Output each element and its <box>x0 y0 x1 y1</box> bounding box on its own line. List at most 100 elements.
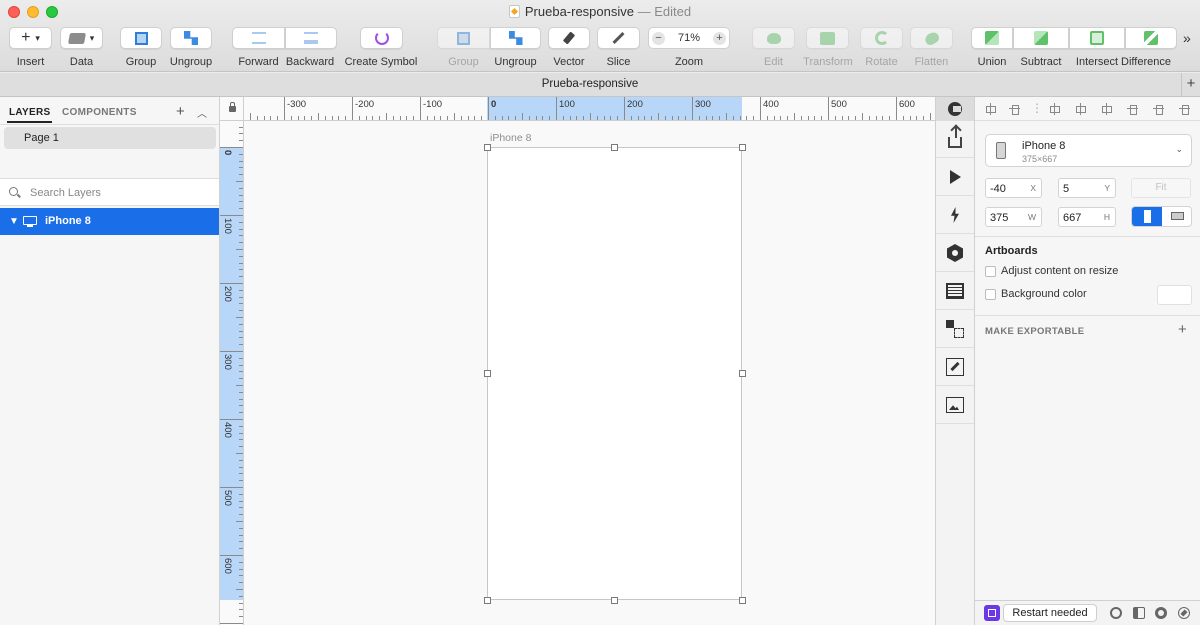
adjust-content-checkbox[interactable] <box>985 266 996 277</box>
horizontal-ruler[interactable]: -300 -200 -100 0 100 200 300 400 500 600 <box>220 97 935 121</box>
x-input[interactable] <box>990 181 1030 196</box>
resize-handle-bottom-right[interactable] <box>739 597 746 604</box>
add-export-button[interactable]: + <box>1178 321 1187 338</box>
rotate-button[interactable] <box>860 27 903 49</box>
tab-components[interactable]: COMPONENTS <box>62 107 137 118</box>
artboard[interactable] <box>487 147 742 600</box>
new-tab-button[interactable]: + <box>1181 73 1200 96</box>
ruler-label: 0 <box>222 150 233 156</box>
distribute-horizontal-icon[interactable] <box>985 103 996 115</box>
fit-button[interactable]: Fit <box>1131 178 1191 198</box>
layout-button[interactable] <box>936 273 974 310</box>
sketch-document-icon <box>508 5 520 18</box>
panel-layout-icon[interactable] <box>1133 607 1145 619</box>
group-label: Group <box>125 56 157 68</box>
disclosure-triangle-icon[interactable]: ▼ <box>9 208 19 235</box>
resize-handle-right[interactable] <box>739 370 746 377</box>
export-button[interactable] <box>936 121 974 158</box>
ruler-lock-button[interactable] <box>220 97 244 121</box>
plugin-icon[interactable] <box>984 605 1000 621</box>
tab-layers[interactable]: LAYERS <box>6 107 53 123</box>
resize-handle-top[interactable] <box>611 144 618 151</box>
vertical-ruler[interactable]: 0100200300400500600700 <box>220 121 244 625</box>
data-button[interactable]: ▾ <box>60 27 103 49</box>
group-button[interactable] <box>120 27 162 49</box>
ruler-tick <box>239 364 243 366</box>
union-button[interactable] <box>971 27 1013 49</box>
landscape-orientation-button[interactable] <box>1163 207 1191 226</box>
align-middle-icon[interactable] <box>1153 103 1164 115</box>
resize-handle-left[interactable] <box>484 370 491 377</box>
mirror-icon[interactable] <box>1110 607 1122 619</box>
edit-button[interactable] <box>752 27 795 49</box>
backward-button[interactable] <box>285 27 337 49</box>
search-layers-input[interactable] <box>30 184 210 202</box>
component-button[interactable] <box>936 235 974 272</box>
resize-handle-top-right[interactable] <box>739 144 746 151</box>
collapse-pages-button[interactable]: ︿ <box>197 105 207 120</box>
difference-button[interactable] <box>1125 27 1177 49</box>
forward-button[interactable] <box>232 27 285 49</box>
portrait-orientation-button[interactable] <box>1132 207 1162 226</box>
ruler-tick <box>239 473 243 475</box>
ruler-tick <box>372 116 374 120</box>
ruler-tick <box>239 466 243 468</box>
y-input[interactable] <box>1063 181 1103 196</box>
height-input[interactable] <box>1063 210 1103 225</box>
align-top-icon[interactable] <box>1127 103 1138 115</box>
inspector-tab[interactable] <box>936 97 974 121</box>
ruler-tick <box>658 113 659 120</box>
navigation-icon[interactable] <box>1178 607 1190 619</box>
align-left-icon[interactable] <box>1049 103 1060 115</box>
ungroup-icon <box>508 31 523 45</box>
ruler-tick <box>239 480 243 482</box>
width-input[interactable] <box>990 210 1030 225</box>
ruler-tick <box>875 116 877 120</box>
symbol-button[interactable] <box>936 311 974 348</box>
align-center-horizontal-icon[interactable] <box>1075 103 1086 115</box>
make-exportable-title[interactable]: MAKE EXPORTABLE <box>985 326 1084 337</box>
ungroup-button-2[interactable] <box>490 27 541 49</box>
intersect-button[interactable] <box>1069 27 1125 49</box>
zoom-in-button[interactable]: + <box>713 31 726 45</box>
zoom-out-button[interactable]: − <box>652 31 665 45</box>
document-tab[interactable]: Prueba-responsive <box>0 78 1180 90</box>
create-symbol-button[interactable] <box>360 27 403 49</box>
preview-button[interactable] <box>936 159 974 196</box>
align-bottom-icon[interactable] <box>1179 103 1190 115</box>
page-list-item[interactable]: Page 1 <box>4 127 216 149</box>
group-icon <box>457 31 470 45</box>
add-page-button[interactable]: + <box>176 103 185 120</box>
chevron-down-icon: ▾ <box>89 32 95 43</box>
ruler-tick <box>239 303 243 305</box>
data-stack-icon <box>67 32 86 44</box>
ruler-tick <box>338 116 340 120</box>
flatten-button[interactable] <box>910 27 953 49</box>
settings-gear-icon[interactable] <box>1155 607 1167 619</box>
vector-edit-button[interactable] <box>936 349 974 386</box>
insert-button[interactable]: + ▾ <box>9 27 52 49</box>
ruler-tick <box>916 116 918 120</box>
add-image-button[interactable] <box>936 387 974 424</box>
transform-button[interactable] <box>806 27 849 49</box>
layer-list-item[interactable]: ▼ iPhone 8 <box>0 208 219 235</box>
ungroup-button[interactable] <box>170 27 212 49</box>
distribute-vertical-icon[interactable] <box>1009 103 1020 115</box>
align-right-icon[interactable] <box>1101 103 1112 115</box>
resize-handle-top-left[interactable] <box>484 144 491 151</box>
resize-handle-bottom[interactable] <box>611 597 618 604</box>
group-button-2[interactable] <box>437 27 490 49</box>
ruler-tick <box>834 116 836 120</box>
document-tab-bar: Prueba-responsive + <box>0 73 1200 97</box>
subtract-button[interactable] <box>1013 27 1069 49</box>
background-color-well[interactable] <box>1157 285 1192 305</box>
device-preset-select[interactable]: iPhone 8 375×667 ⌄ <box>985 134 1192 167</box>
artboard-title[interactable]: iPhone 8 <box>490 132 531 144</box>
resize-handle-bottom-left[interactable] <box>484 597 491 604</box>
toolbar-overflow-button[interactable]: » <box>1183 30 1191 46</box>
vector-button[interactable] <box>548 27 590 49</box>
background-color-checkbox[interactable] <box>985 289 996 300</box>
prototype-button[interactable] <box>936 197 974 234</box>
restart-needed-button[interactable]: Restart needed <box>1003 604 1097 622</box>
slice-button[interactable] <box>597 27 640 49</box>
